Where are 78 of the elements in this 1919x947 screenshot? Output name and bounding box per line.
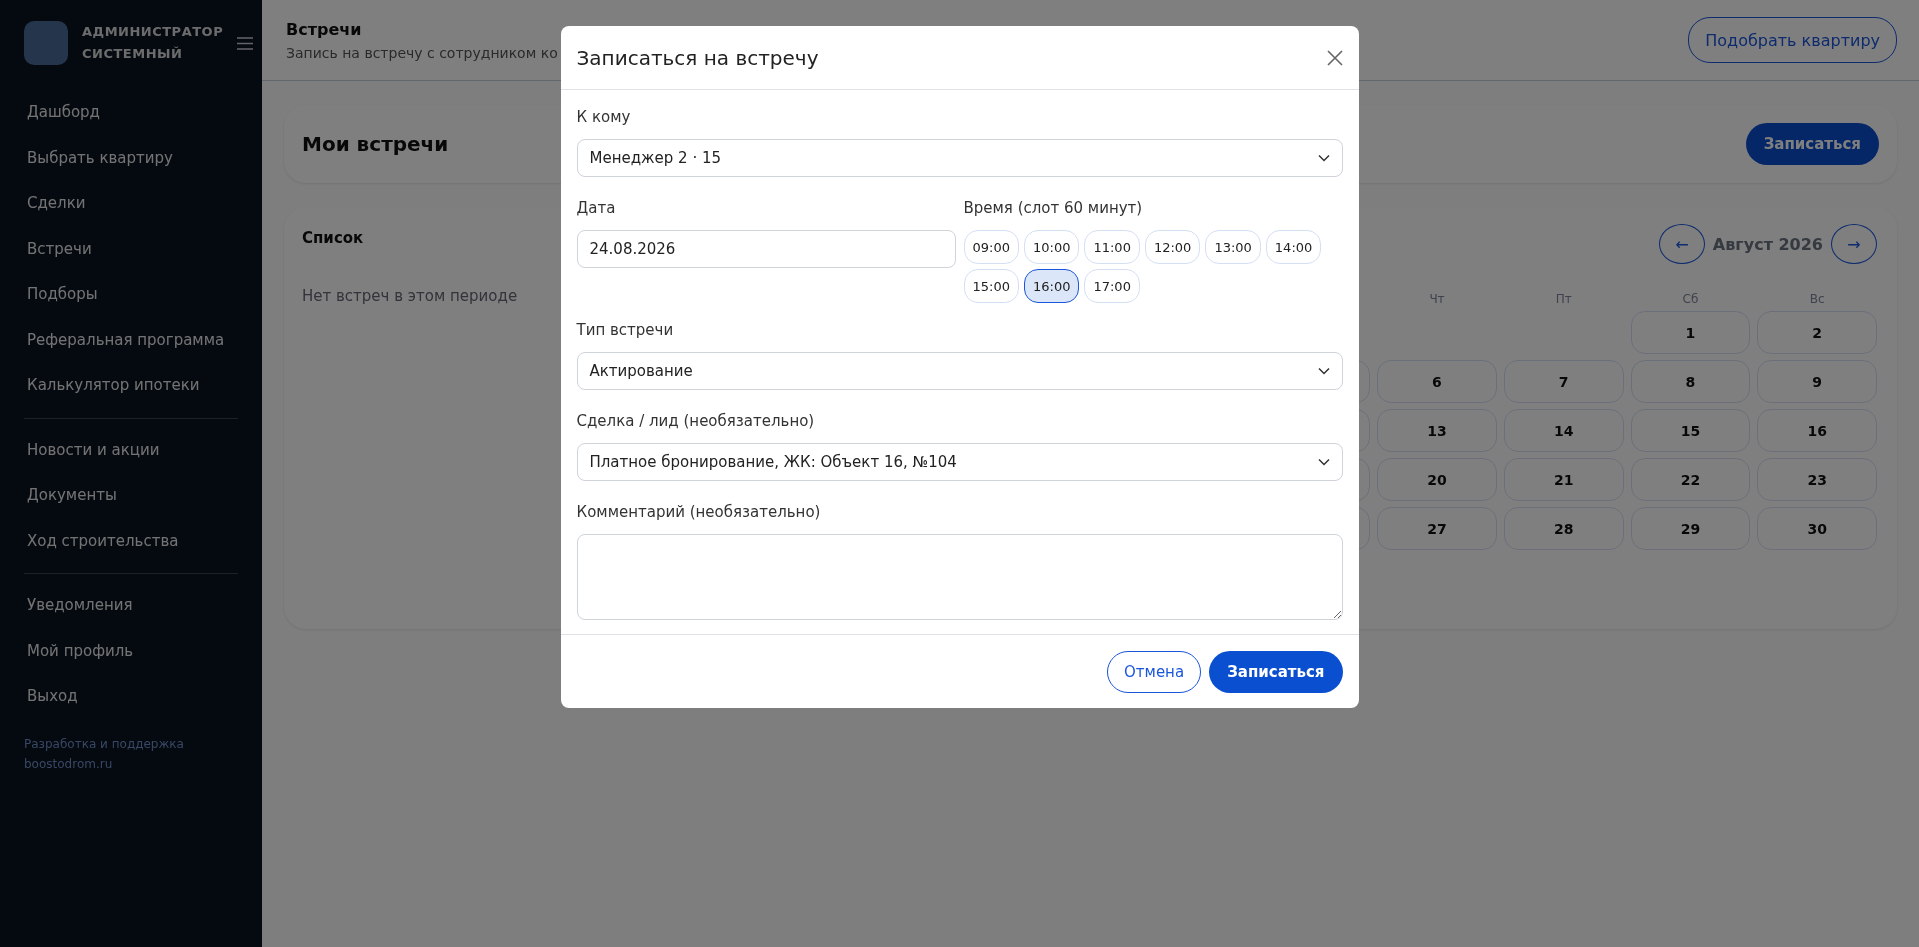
day-cell[interactable]: 30 (1757, 507, 1877, 550)
nav-link[interactable]: Выбрать квартиру (0, 135, 262, 181)
day-cell[interactable]: 20 (1377, 458, 1497, 501)
time-slot[interactable]: 13:00 (1205, 230, 1261, 264)
time-slot[interactable]: 11:00 (1084, 230, 1140, 264)
pick-apartment-button[interactable]: Подобрать квартиру (1688, 17, 1897, 63)
day-cell[interactable]: 15 (1630, 409, 1751, 452)
field-label: Тип встречи (576, 321, 675, 339)
day-cell[interactable]: 27 (1377, 507, 1497, 550)
list-title: Список (302, 229, 365, 247)
dialog-title: Записаться на встречу (576, 45, 819, 70)
day-cell[interactable]: 13 (1377, 409, 1497, 452)
day-cell[interactable]: 29 (1630, 507, 1751, 550)
field-label: Дата (576, 199, 617, 217)
chevron-icon (1317, 367, 1330, 375)
day-cell[interactable]: 9 (1757, 360, 1877, 403)
user-name: АДМИНИСТРАТОР (82, 23, 224, 41)
nav-link[interactable]: Выход (0, 674, 262, 720)
deal-select[interactable]: Платное бронирование, ЖК: Объект 16, №104 (576, 443, 1343, 481)
book-button[interactable]: Записаться (1745, 123, 1879, 165)
nav-link[interactable]: Реферальная программа (0, 317, 262, 363)
nav-link[interactable]: Новости и акции (0, 427, 262, 473)
day-cell[interactable]: 23 (1757, 458, 1877, 501)
month-label: Август 2026 (1712, 234, 1823, 254)
field-label: Сделка / лид (необязательно) (576, 412, 816, 430)
day-cell[interactable]: 2 (1757, 311, 1877, 354)
footer-text: boostodrom.ru (24, 755, 114, 773)
next-month-button[interactable]: → (1831, 224, 1877, 264)
previous-month-button[interactable]: ← (1658, 224, 1705, 264)
cancel-button[interactable]: Отмена (1107, 650, 1202, 693)
nav-link[interactable]: Документы (0, 473, 262, 519)
page-title: Встречи (286, 19, 363, 39)
nav-link[interactable]: Мой профиль (0, 628, 262, 674)
weekday-label: Вс (1808, 293, 1826, 305)
chevron-icon (1317, 154, 1330, 162)
day-cell[interactable]: 8 (1630, 360, 1751, 403)
avatar-placeholder (24, 21, 68, 65)
weekday-label: Чт (1428, 293, 1446, 305)
card-title: Мои встречи (302, 132, 449, 156)
field-label: К кому (576, 108, 632, 126)
meeting-type-select[interactable]: Актирование (576, 352, 1343, 390)
nav-link[interactable]: Дашборд (0, 90, 262, 136)
day-cell[interactable]: 1 (1630, 311, 1751, 354)
day-cell[interactable]: 7 (1503, 360, 1624, 403)
day-cell[interactable]: 21 (1503, 458, 1624, 501)
nav-link[interactable]: Калькулятор ипотеки (0, 363, 262, 409)
day-cell[interactable]: 22 (1630, 458, 1751, 501)
time-slot[interactable]: 09:00 (963, 230, 1019, 264)
comment-field[interactable] (576, 534, 1343, 620)
time-slot[interactable]: 17:00 (1084, 269, 1140, 303)
page-subtitle: Запись на встречу с сотрудником ко (286, 44, 558, 61)
menu-icon[interactable] (237, 36, 254, 50)
user-name: СИСТЕМНЫЙ (82, 45, 184, 63)
submit-button[interactable]: Записаться (1209, 650, 1343, 693)
nav-link[interactable]: Ход строительства (0, 518, 262, 564)
day-cell[interactable]: 28 (1503, 507, 1624, 550)
date-field[interactable]: 24.08.2026 (576, 230, 956, 268)
time-slot[interactable]: 12:00 (1144, 230, 1201, 264)
time-slot[interactable]: 10:00 (1023, 230, 1080, 264)
footer-text: Разработка и поддержка (24, 735, 185, 753)
field-label: Комментарий (необязательно) (576, 503, 822, 521)
nav-link[interactable]: Встречи (0, 226, 262, 272)
weekday-label: Сб (1681, 293, 1700, 305)
recipient-select[interactable]: Менеджер 2 · 15 (576, 139, 1343, 177)
chevron-icon (1317, 458, 1330, 466)
close-icon[interactable] (1326, 49, 1343, 66)
day-cell[interactable]: 14 (1503, 409, 1624, 452)
nav-link[interactable]: Уведомления (0, 583, 262, 629)
weekday-label: Пт (1554, 293, 1573, 305)
field-label: Время (слот 60 минут) (963, 199, 1144, 217)
time-slot[interactable]: 14:00 (1265, 230, 1322, 264)
nav-link[interactable]: Сделки (0, 181, 262, 227)
day-cell[interactable]: 16 (1757, 409, 1877, 452)
empty-message: Нет встреч в этом периоде (302, 287, 519, 305)
nav-link[interactable]: Подборы (0, 272, 262, 318)
day-cell[interactable]: 6 (1377, 360, 1497, 403)
time-slot[interactable]: 16:00 (1023, 269, 1080, 303)
time-slot[interactable]: 15:00 (963, 269, 1019, 303)
